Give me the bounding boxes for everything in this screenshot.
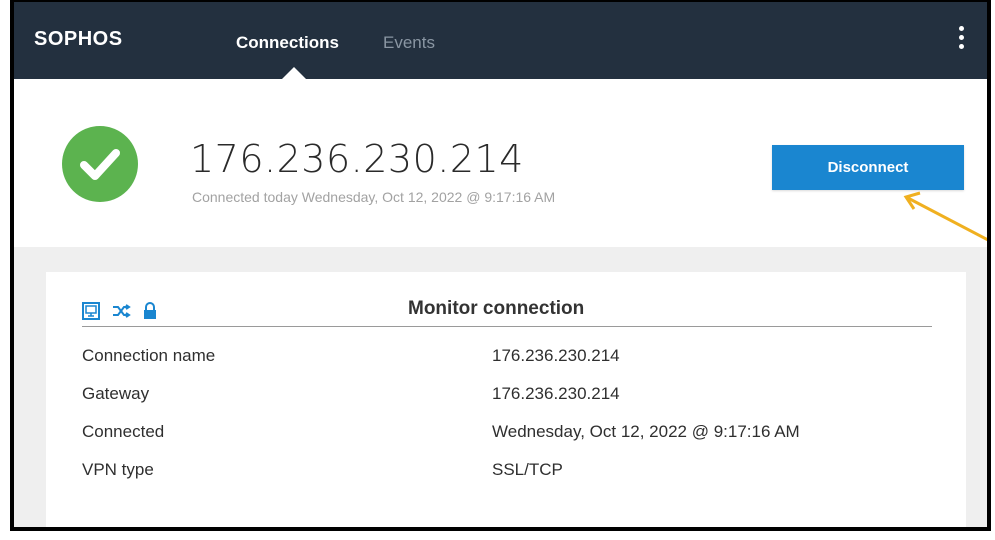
tab-connections[interactable]: Connections — [236, 33, 339, 53]
monitor-connection-title: Monitor connection — [408, 298, 585, 319]
connection-status-header: 176.236.230.214 Connected today Wednesda… — [14, 79, 987, 247]
top-nav-bar: SOPHOS Connections Events — [14, 2, 987, 79]
detail-label: Connection name — [82, 346, 216, 365]
detail-value: 176.236.230.214 — [492, 346, 620, 365]
lock-icon[interactable] — [142, 302, 158, 320]
monitor-connection-card: Monitor connection Connection name 176.2… — [46, 272, 966, 527]
detail-label: Gateway — [82, 384, 150, 403]
kebab-menu-icon[interactable] — [959, 26, 965, 53]
connected-since-text: Connected today Wednesday, Oct 12, 2022 … — [192, 189, 556, 205]
detail-label: Connected — [82, 422, 165, 441]
tab-events[interactable]: Events — [383, 33, 435, 53]
detail-label: VPN type — [82, 460, 154, 479]
detail-value: SSL/TCP — [492, 460, 563, 479]
disconnect-button[interactable]: Disconnect — [772, 145, 964, 190]
detail-value: 176.236.230.214 — [492, 384, 620, 403]
app-window: SOPHOS Connections Events 176.236.230.21… — [10, 0, 991, 531]
connection-ip-title: 176.236.230.214 — [190, 137, 524, 181]
detail-value: Wednesday, Oct 12, 2022 @ 9:17:16 AM — [492, 422, 800, 441]
shuffle-icon[interactable] — [112, 304, 132, 318]
active-tab-indicator — [282, 67, 306, 79]
annotation-arrow-icon — [903, 191, 987, 242]
divider — [82, 326, 932, 327]
monitor-icon[interactable] — [82, 302, 100, 320]
check-circle-icon — [62, 126, 138, 202]
sophos-logo: SOPHOS — [34, 28, 123, 50]
